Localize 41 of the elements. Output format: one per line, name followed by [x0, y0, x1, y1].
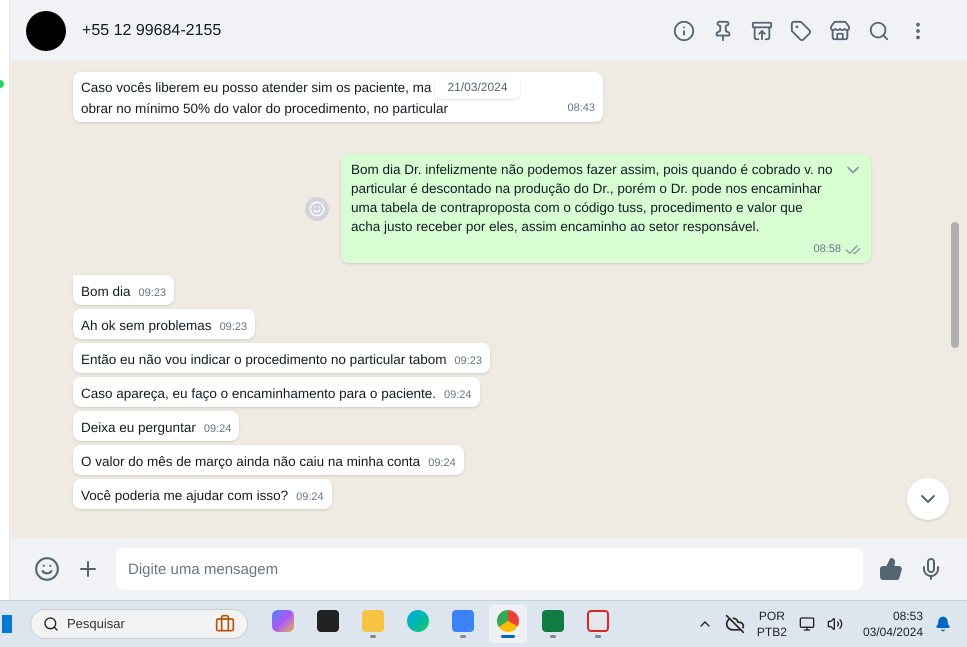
message-time: 09:23 [220, 320, 248, 335]
message-input[interactable]: Digite uma mensagem [116, 548, 863, 590]
cloud-off-icon[interactable] [724, 614, 745, 634]
message-time: 08:43 [567, 101, 595, 116]
message-time: 09:24 [204, 422, 232, 437]
message-time: 09:23 [138, 286, 166, 301]
search-icon [43, 616, 59, 632]
search-field[interactable]: Pesquisar [30, 609, 248, 639]
message-text: Deixa eu perguntar [81, 419, 196, 437]
message-text: Bom dia Dr. infelizmente não podemos fazer assim, pois quando é cobrado v. no particular é descontado na produção do Dr., porém o Dr. pode nos encaminhar uma tabela de contraproposta com o código tuss, procedimento e valor que acha justo receber por eles, assim encaminho ao setor responsável. [351, 161, 834, 236]
message-text: O valor do mês de março ainda não caiu na minha conta [81, 453, 420, 471]
emoji-icon[interactable] [34, 556, 60, 582]
message-text: Ah ok sem problemas [81, 317, 212, 335]
briefcase-icon [215, 614, 235, 634]
message-text: Bom dia [81, 283, 131, 301]
message-time: 08:58 [813, 242, 841, 257]
clock-date[interactable]: 03/04/2024 [862, 624, 923, 640]
thumbs-up-icon[interactable] [879, 557, 903, 581]
message-time: 09:24 [444, 388, 472, 403]
message-text: Caso vocês liberem eu posso atender sim os paciente, ma [81, 79, 432, 97]
scrollbar[interactable] [951, 222, 959, 348]
message-text: Caso apareça, eu faço o encaminhamento para o paciente. [81, 385, 436, 403]
message-time: 09:24 [428, 456, 456, 471]
language-label[interactable]: POR [758, 608, 785, 624]
clock-time[interactable]: 08:53 [892, 608, 923, 624]
message-text: obrar no mínimo 50% do valor do procedimento, no particular [81, 100, 449, 118]
info-icon[interactable] [673, 20, 695, 42]
message-text: Você poderia me ajudar com isso? [81, 487, 288, 505]
search-icon[interactable] [868, 20, 890, 42]
store-icon[interactable] [829, 20, 851, 42]
avatar[interactable] [26, 10, 66, 50]
volume-icon[interactable] [826, 616, 843, 632]
contact-name[interactable]: +55 12 99684-2155 [82, 18, 222, 42]
search-placeholder: Pesquisar [67, 615, 125, 634]
message-time: 09:24 [296, 490, 324, 505]
date-pill: 21/03/2024 [435, 76, 520, 99]
message-text: Então eu não vou indicar o procedimento no particular tabom [81, 351, 446, 369]
bell-icon[interactable] [935, 616, 951, 632]
message-time: 09:23 [454, 354, 482, 369]
keyboard-layout-label[interactable]: PTB2 [756, 624, 787, 640]
tag-icon[interactable] [790, 20, 812, 42]
